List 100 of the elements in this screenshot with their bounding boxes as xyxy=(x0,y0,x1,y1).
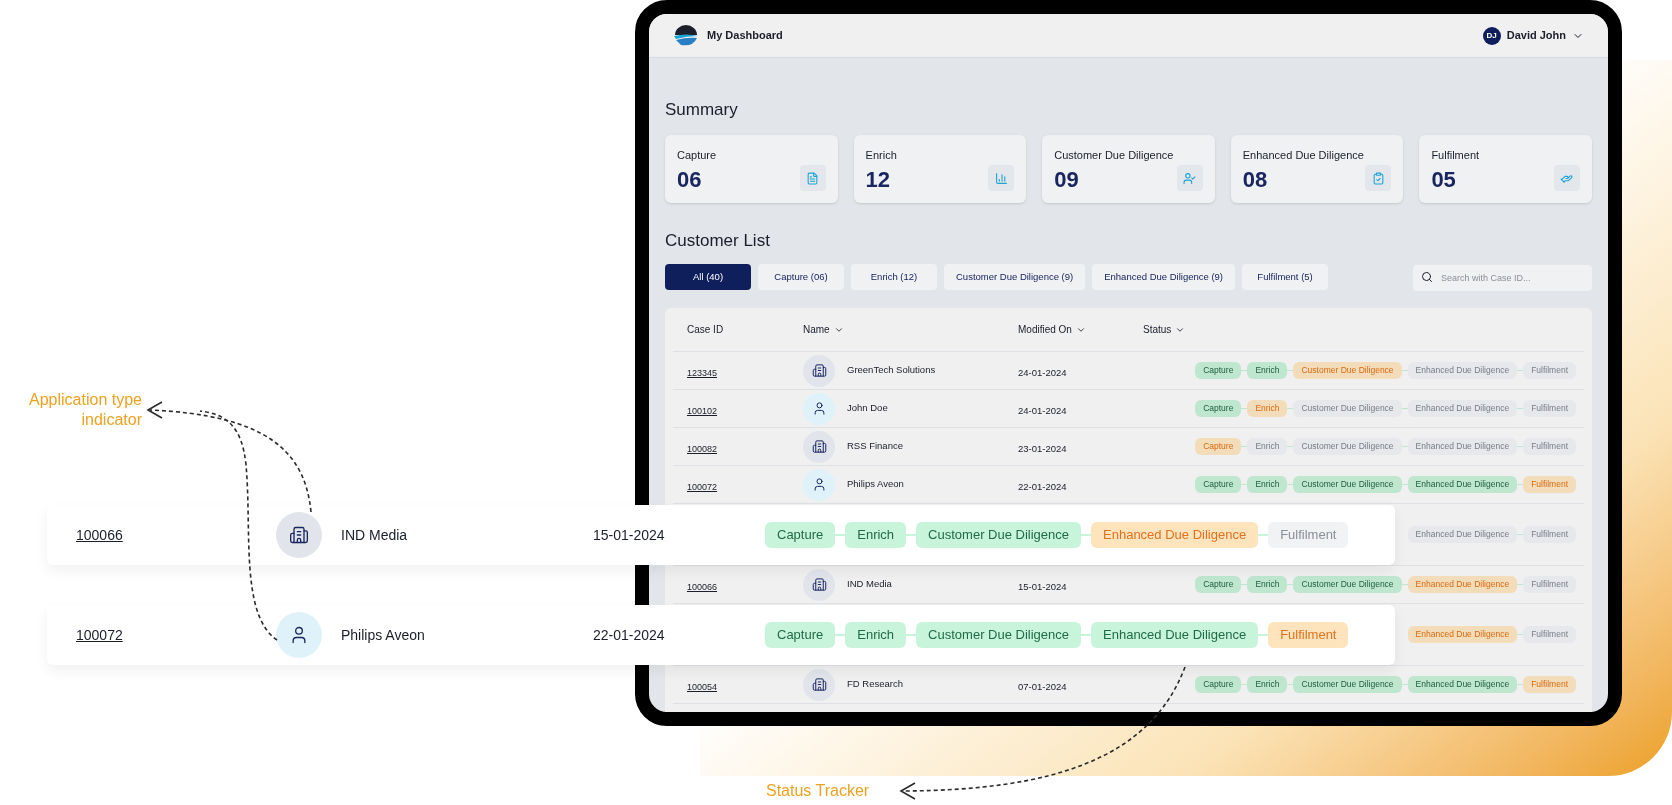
status-pill: Customer Due Diligence xyxy=(1293,576,1402,593)
filter-tab[interactable]: Enrich (12) xyxy=(851,264,937,290)
status-pill: Enhanced Due Diligence xyxy=(1091,622,1259,648)
status-pill: Fulfilment xyxy=(1523,526,1576,543)
annotation-label: Application type indicator xyxy=(28,390,142,430)
status-pill: Fulfilment xyxy=(1523,676,1576,693)
person-icon xyxy=(811,401,827,416)
logo-icon xyxy=(673,23,699,48)
search-field[interactable]: Search with Case ID... xyxy=(1413,265,1592,291)
case-id-link[interactable]: 123345 xyxy=(687,367,718,378)
status-pill: Enhanced Due Diligence xyxy=(1407,476,1518,493)
status-pill: Enrich xyxy=(1247,676,1288,693)
status-pill: Fulfilment xyxy=(1523,476,1576,493)
filter-tab[interactable]: Fulfilment (5) xyxy=(1242,264,1329,290)
status-pill: Enhanced Due Diligence xyxy=(1407,400,1518,417)
user-avatar: DJ xyxy=(1482,26,1501,45)
status-pill: Customer Due Diligence xyxy=(916,522,1081,548)
case-id-link[interactable]: 100072 xyxy=(76,627,123,643)
status-pill: Enhanced Due Diligence xyxy=(1407,526,1518,543)
status-pill: Capture xyxy=(1195,362,1242,379)
status-pill: Enrich xyxy=(845,622,907,648)
status-pill: Fulfilment xyxy=(1523,400,1576,417)
modified-date: 07-01-2024 xyxy=(1018,680,1067,692)
modified-date: 24-01-2024 xyxy=(1018,404,1067,416)
user-name: David John xyxy=(1506,28,1566,44)
case-id-link[interactable]: 100066 xyxy=(687,581,718,592)
modified-date: 22-01-2024 xyxy=(1018,480,1067,492)
card-count: 06 xyxy=(677,165,702,194)
building-icon xyxy=(811,363,827,378)
annotation-label: Status Tracker xyxy=(766,781,870,801)
status-pill: Enhanced Due Diligence xyxy=(1407,362,1518,379)
status-pill: Enrich xyxy=(1247,400,1288,417)
status-pill: Enhanced Due Diligence xyxy=(1407,576,1518,593)
case-id-link[interactable]: 100102 xyxy=(687,405,718,416)
status-pill: Capture xyxy=(1195,576,1242,593)
status-pill: Enrich xyxy=(845,522,907,548)
building-icon xyxy=(811,677,827,692)
card-label: Fulfilment xyxy=(1431,148,1481,163)
document-icon xyxy=(806,171,820,185)
status-pill: Enhanced Due Diligence xyxy=(1407,676,1518,693)
status-pill: Fulfilment xyxy=(1523,362,1576,379)
filter-tab[interactable]: Customer Due Diligence (9) xyxy=(944,264,1086,290)
case-id-link[interactable]: 100072 xyxy=(687,481,718,492)
filter-tab[interactable]: Enhanced Due Diligence (9) xyxy=(1092,264,1236,290)
status-pill: Enrich xyxy=(1247,576,1288,593)
building-icon xyxy=(811,577,827,592)
status-pill: Customer Due Diligence xyxy=(1293,400,1402,417)
card-count: 05 xyxy=(1431,165,1456,194)
filter-tab[interactable]: All (40) xyxy=(665,264,751,290)
status-pill: Fulfilment xyxy=(1523,438,1576,455)
customer-name: GreenTech Solutions xyxy=(847,363,936,378)
bar-chart-icon xyxy=(994,171,1008,185)
status-pill: Customer Due Diligence xyxy=(1293,676,1402,693)
card-label: Capture xyxy=(677,148,718,163)
status-pill: Customer Due Diligence xyxy=(1293,362,1402,379)
user-menu[interactable]: DJ David John xyxy=(1482,26,1584,45)
card-count: 08 xyxy=(1242,165,1268,194)
status-pill: Capture xyxy=(1195,438,1242,455)
customer-name: John Doe xyxy=(847,401,888,416)
case-id-link[interactable]: 100082 xyxy=(687,443,718,454)
checklist-icon xyxy=(1371,171,1385,185)
status-pill: Fulfilment xyxy=(1523,626,1576,643)
card-label: Enhanced Due Diligence xyxy=(1242,148,1365,163)
status-pill: Fulfilment xyxy=(1268,522,1349,548)
section-title: Customer List xyxy=(665,230,771,252)
app-title: My Dashboard xyxy=(707,28,783,44)
status-pill: Enrich xyxy=(1247,476,1288,493)
status-pill: Fulfilment xyxy=(1268,622,1349,648)
customer-name: Philips Aveon xyxy=(847,477,904,492)
building-icon xyxy=(811,439,827,454)
status-pill: Customer Due Diligence xyxy=(1293,476,1402,493)
search-icon xyxy=(1421,271,1433,283)
person-icon xyxy=(811,477,827,492)
status-pill: Enrich xyxy=(1247,362,1288,379)
column-header[interactable]: Status xyxy=(1143,322,1186,337)
column-header[interactable]: Name xyxy=(803,322,844,337)
status-pill: Enhanced Due Diligence xyxy=(1407,626,1518,643)
column-header[interactable]: Modified On xyxy=(1018,322,1086,337)
modified-date: 24-01-2024 xyxy=(1018,366,1067,378)
status-pill: Capture xyxy=(1195,476,1242,493)
status-pill: Enhanced Due Diligence xyxy=(1407,438,1518,455)
status-pill: Capture xyxy=(1195,676,1242,693)
modified-date: 15-01-2024 xyxy=(593,527,665,543)
status-pill: Capture xyxy=(1195,400,1242,417)
status-pill: Capture xyxy=(765,522,836,548)
customer-name: RSS Finance xyxy=(847,439,903,454)
modified-date: 22-01-2024 xyxy=(593,627,665,643)
case-id-link[interactable]: 100054 xyxy=(687,681,718,692)
status-pill: Customer Due Diligence xyxy=(916,622,1081,648)
customer-name: Philips Aveon xyxy=(341,625,425,645)
status-pill: Enhanced Due Diligence xyxy=(1091,522,1259,548)
building-icon xyxy=(289,525,309,545)
section-title: Summary xyxy=(665,99,739,121)
user-check-icon xyxy=(1183,171,1197,185)
customer-name: IND Media xyxy=(341,525,408,545)
filter-tab[interactable]: Capture (06) xyxy=(758,264,844,290)
status-pill: Fulfilment xyxy=(1523,576,1576,593)
column-header[interactable]: Case ID xyxy=(687,322,724,337)
status-pill: Enrich xyxy=(1247,438,1288,455)
case-id-link[interactable]: 100066 xyxy=(76,527,123,543)
